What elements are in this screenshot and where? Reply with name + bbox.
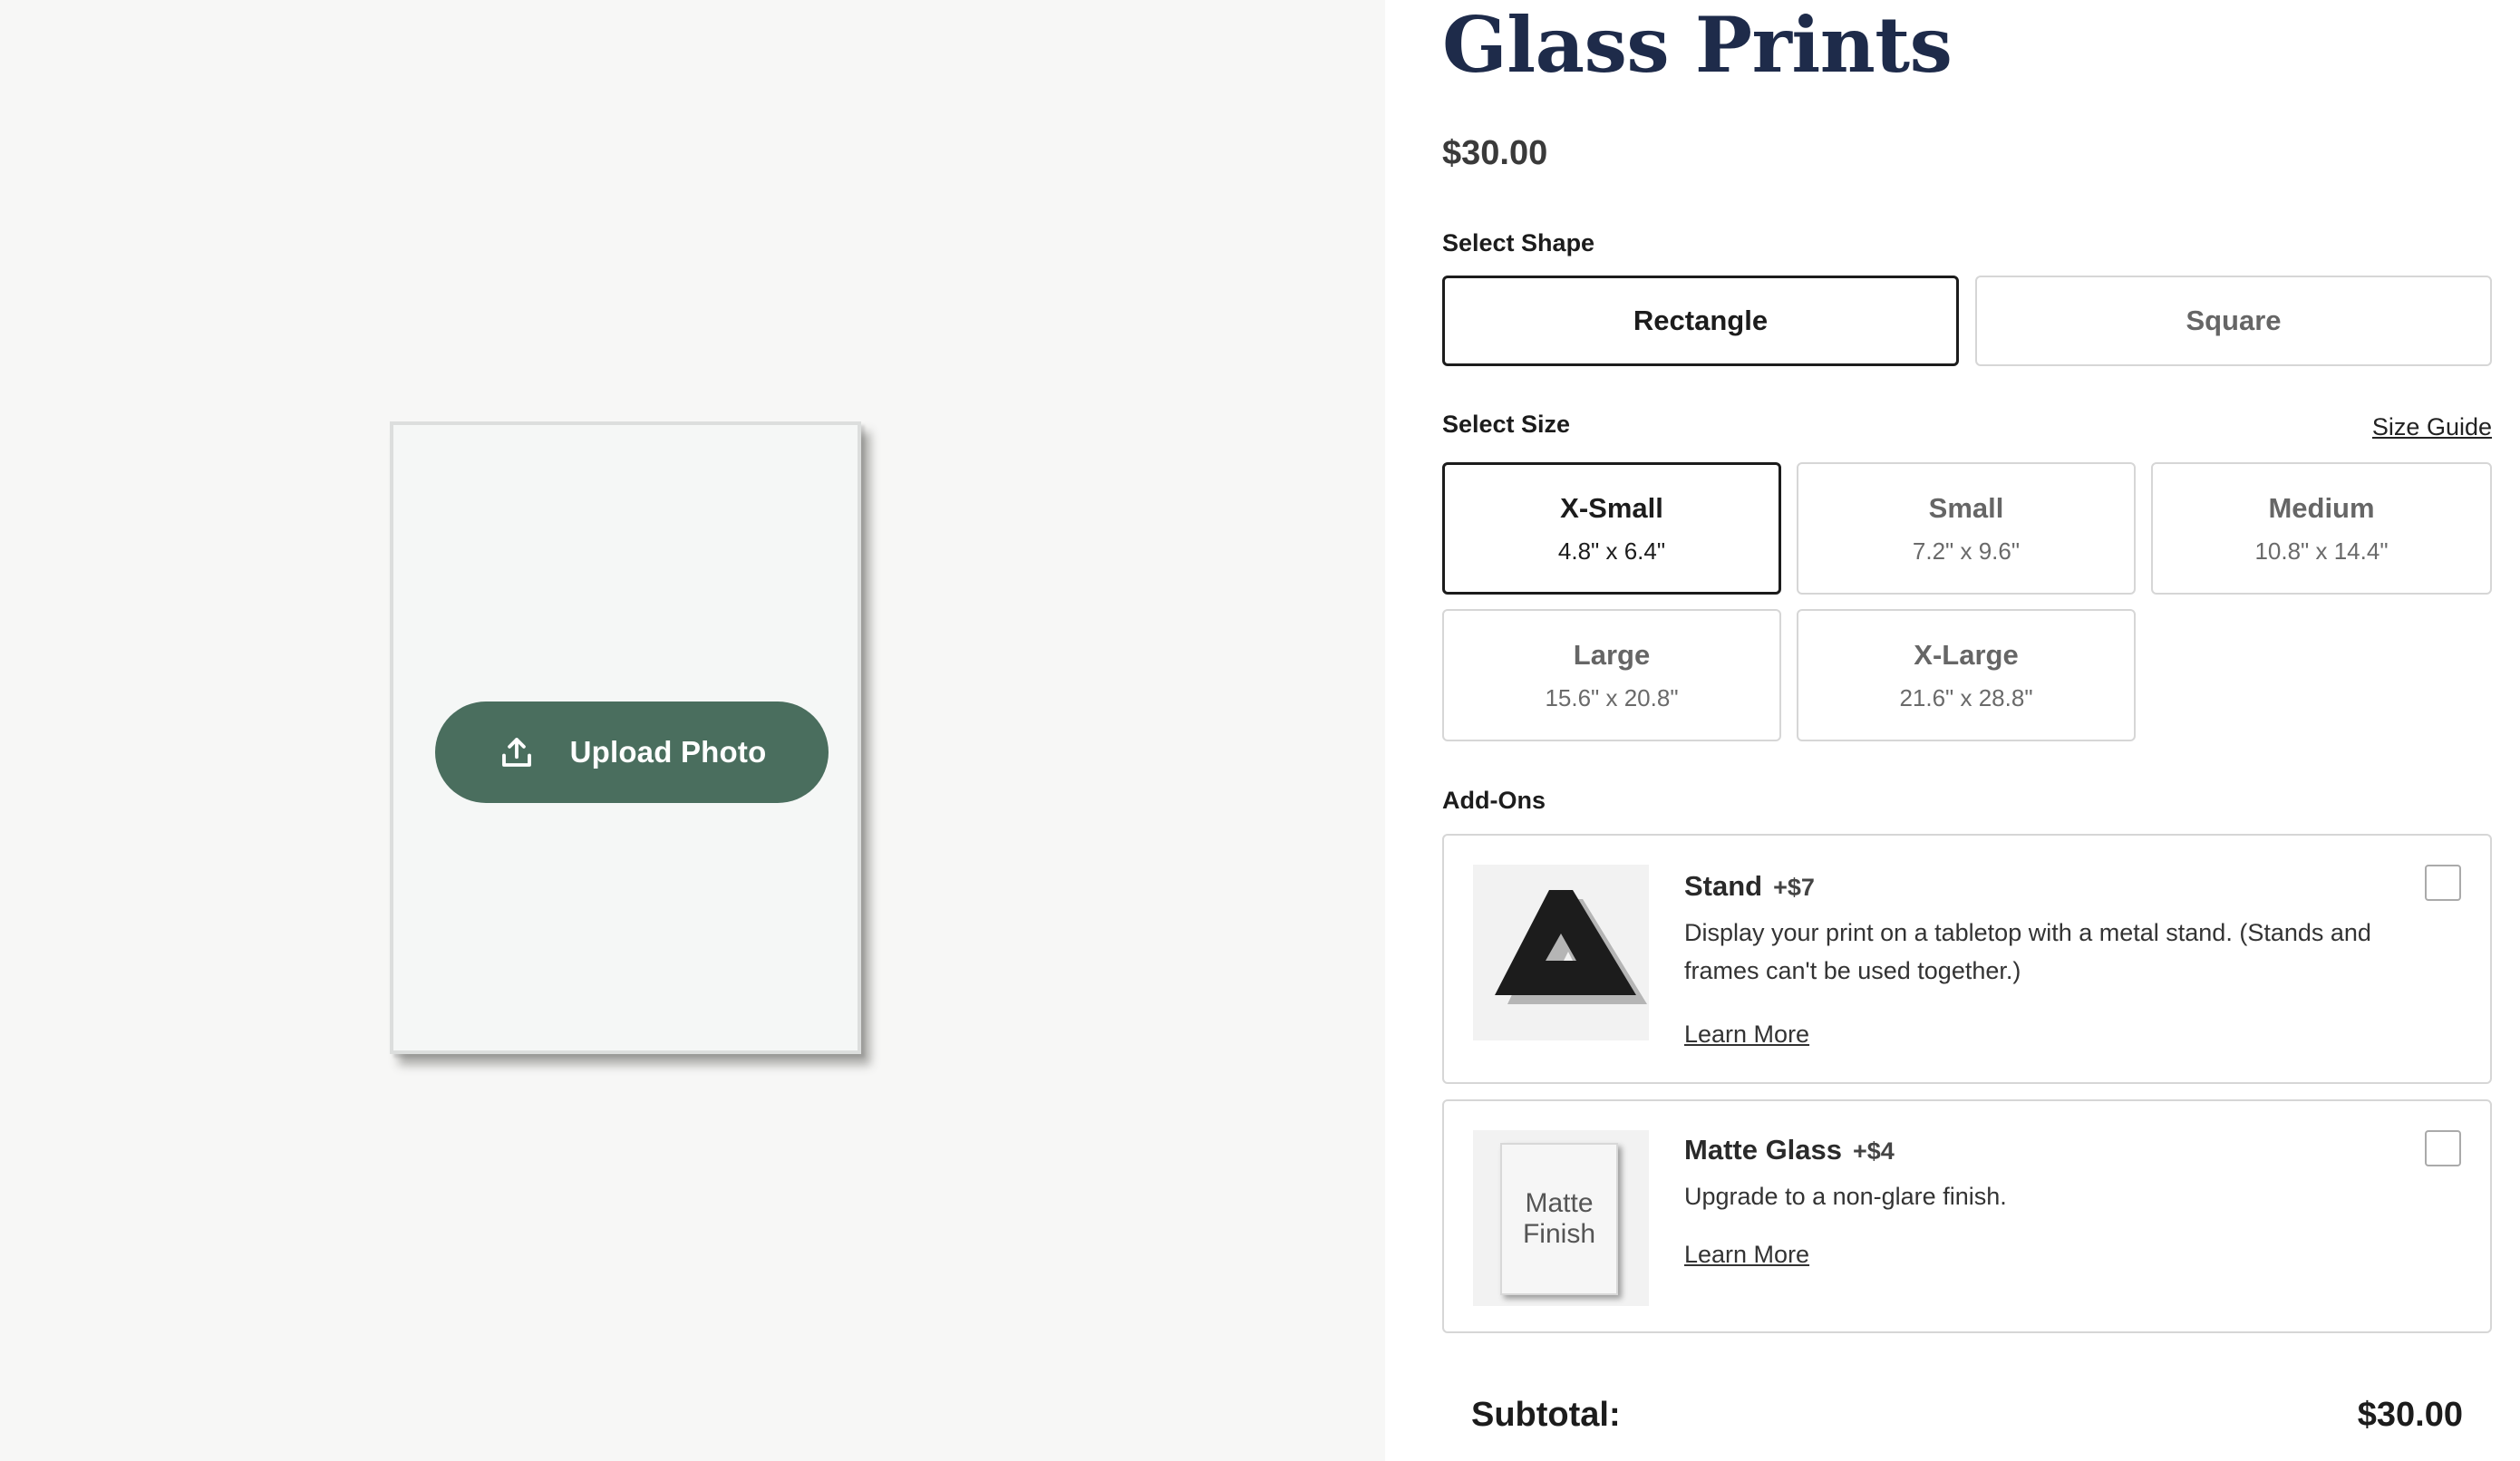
product-options-panel: Glass Prints $30.00 Select Shape Rectang… — [1442, 0, 2492, 1461]
addon-stand: Stand +$7 Display your print on a tableto… — [1442, 834, 2492, 1084]
addon-matte-glass: Matte Finish Matte Glass +$4 Upgrade to a… — [1442, 1099, 2492, 1333]
shape-option-label: Square — [2186, 305, 2282, 336]
shape-option-label: Rectangle — [1633, 305, 1769, 336]
size-option-x-large[interactable]: X-Large 21.6" x 28.8" — [1797, 609, 2136, 741]
addon-name: Stand — [1684, 870, 1763, 902]
product-price: $30.00 — [1442, 134, 1548, 172]
shape-option-square[interactable]: Square — [1975, 276, 2492, 366]
size-option-dims: 10.8" x 14.4" — [2254, 537, 2389, 565]
stand-thumbnail — [1473, 865, 1649, 1040]
stand-icon — [1495, 890, 1647, 1004]
print-preview-pane: Upload Photo — [0, 0, 1385, 1461]
addon-description: Upgrade to a non-glare finish. — [1684, 1177, 2428, 1215]
matte-finish-sample: Matte Finish — [1500, 1143, 1618, 1295]
size-option-name: Small — [1928, 491, 2004, 524]
size-option-dims: 21.6" x 28.8" — [1899, 683, 2033, 711]
addon-title: Matte Glass +$4 — [1684, 1134, 1895, 1166]
matte-glass-learn-more-link[interactable]: Learn More — [1684, 1241, 1809, 1269]
stand-checkbox[interactable] — [2425, 865, 2461, 901]
stand-learn-more-link[interactable]: Learn More — [1684, 1021, 1809, 1049]
product-page: Upload Photo Glass Prints $30.00 Select … — [0, 0, 2520, 1461]
size-option-small[interactable]: Small 7.2" x 9.6" — [1797, 462, 2136, 595]
size-guide-link[interactable]: Size Guide — [2372, 413, 2492, 441]
addon-description: Display your print on a tabletop with a … — [1684, 914, 2428, 990]
size-option-dims: 4.8" x 6.4" — [1557, 537, 1666, 565]
size-option-x-small[interactable]: X-Small 4.8" x 6.4" — [1442, 462, 1781, 595]
size-option-name: X-Small — [1560, 491, 1663, 524]
addon-description-line: Upgrade to a non-glare finish. — [1684, 1183, 2007, 1210]
addon-price: +$7 — [1773, 874, 1815, 901]
matte-glass-checkbox[interactable] — [2425, 1130, 2461, 1166]
matte-sample-text: Matte — [1525, 1188, 1594, 1218]
upload-photo-label: Upload Photo — [569, 735, 767, 769]
addon-title: Stand +$7 — [1684, 870, 1815, 903]
add-ons-label: Add-Ons — [1442, 787, 1546, 814]
size-option-medium[interactable]: Medium 10.8" x 14.4" — [2151, 462, 2492, 595]
addon-name: Matte Glass — [1684, 1134, 1843, 1166]
matte-glass-thumbnail: Matte Finish — [1473, 1130, 1649, 1306]
addon-description-line: Display your print on a tabletop with a … — [1684, 919, 2371, 946]
size-option-large[interactable]: Large 15.6" x 20.8" — [1442, 609, 1781, 741]
addon-price: +$4 — [1853, 1137, 1895, 1165]
select-size-label: Select Size — [1442, 411, 1571, 438]
addon-description-line: frames can't be used together.) — [1684, 957, 2021, 984]
size-option-name: Large — [1573, 638, 1651, 671]
upload-icon — [501, 738, 531, 767]
subtotal-value: $30.00 — [2357, 1396, 2463, 1434]
subtotal-label: Subtotal: — [1471, 1396, 1621, 1434]
upload-photo-button[interactable]: Upload Photo — [435, 701, 829, 803]
size-option-name: Medium — [2268, 491, 2375, 524]
matte-sample-text: Finish — [1522, 1219, 1596, 1249]
size-option-dims: 7.2" x 9.6" — [1912, 537, 2021, 565]
select-shape-label: Select Shape — [1442, 229, 1595, 256]
shape-option-rectangle[interactable]: Rectangle — [1442, 276, 1959, 366]
size-option-dims: 15.6" x 20.8" — [1545, 683, 1679, 711]
product-title: Glass Prints — [1442, 0, 1953, 90]
size-option-name: X-Large — [1914, 638, 2019, 671]
